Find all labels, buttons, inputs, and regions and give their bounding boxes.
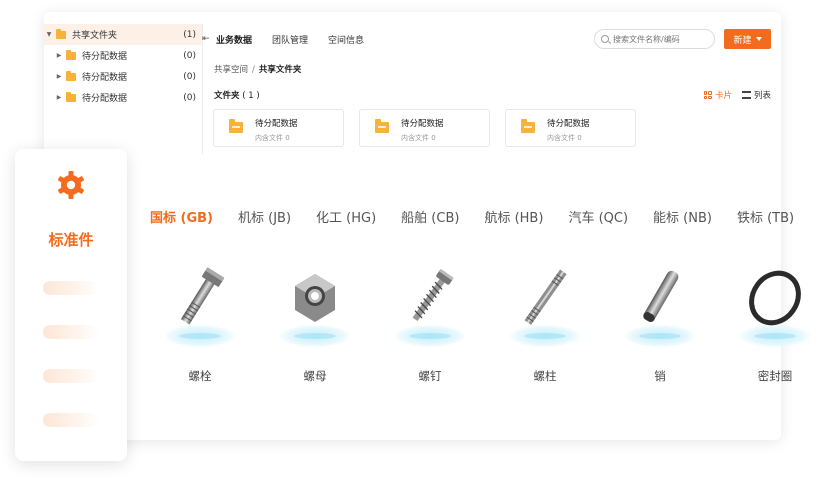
folder-icon [66, 91, 76, 102]
folder-card[interactable]: 待分配数据 内含文件 0 [213, 109, 344, 147]
tab-nb[interactable]: 能标 (NB) [653, 207, 712, 226]
part-item-bolt[interactable]: 螺栓 [148, 262, 263, 392]
tree-item-child[interactable]: ▶ 待分配数据 (0) [44, 66, 202, 87]
list-icon [741, 91, 751, 99]
folder-section-title: 文件夹 ( 1 ) [214, 89, 260, 101]
caret-right-icon[interactable]: ▶ [54, 52, 64, 59]
seal-ring-icon [749, 270, 801, 326]
folder-card-name: 待分配数据 [547, 119, 590, 129]
part-label: 销 [654, 369, 666, 383]
tab-gb[interactable]: 国标 (GB) [150, 207, 213, 226]
parts-list: 螺栓 螺母 螺钉 螺柱 销 密封圈 [148, 262, 828, 392]
panel-title: 标准件 [48, 231, 94, 249]
tree-item-label: 共享文件夹 [72, 31, 118, 41]
new-button[interactable]: 新建 [724, 29, 771, 49]
part-item-seal-ring[interactable]: 密封圈 [723, 262, 828, 392]
placeholder-bar [43, 281, 99, 295]
folder-card-sub: 内含文件 0 [547, 134, 582, 142]
collapse-sidebar-icon[interactable]: ⇤ [202, 34, 210, 44]
tree-item-shared-folder[interactable]: ▼ 共享文件夹 (1) [44, 24, 202, 45]
folder-card-name: 待分配数据 [401, 119, 444, 129]
folder-icon [375, 119, 389, 133]
folder-icon [56, 28, 66, 39]
caret-right-icon[interactable]: ▶ [54, 73, 64, 80]
folder-cards: 待分配数据 内含文件 0 待分配数据 内含文件 0 待分配数据 内含文件 0 [213, 109, 636, 147]
tab-cb[interactable]: 船舶 (CB) [401, 207, 459, 226]
tree-item-count: (0) [183, 50, 196, 61]
breadcrumb-separator: / [252, 65, 255, 75]
part-label: 密封圈 [757, 369, 793, 383]
card-view-button[interactable]: 卡片 [703, 89, 732, 101]
header-tabs: 业务数据 团队管理 空间信息 [216, 33, 364, 46]
caret-down-icon[interactable]: ▼ [44, 31, 54, 38]
search-input[interactable] [613, 34, 713, 44]
folder-title-label: 文件夹 [214, 91, 240, 101]
part-item-nut[interactable]: 螺母 [263, 262, 378, 392]
tree-item-label: 待分配数据 [82, 94, 128, 104]
new-button-label: 新建 [733, 35, 752, 46]
tab-space-info[interactable]: 空间信息 [328, 33, 364, 46]
part-item-stud[interactable]: 螺柱 [493, 262, 608, 392]
bolt-icon [180, 267, 225, 325]
folder-icon [66, 70, 76, 81]
tab-team-management[interactable]: 团队管理 [272, 33, 308, 46]
tree-item-child[interactable]: ▶ 待分配数据 (0) [44, 45, 202, 66]
tree-item-count: (1) [183, 29, 196, 40]
folder-title-count: ( 1 ) [242, 91, 260, 101]
caret-right-icon[interactable]: ▶ [54, 94, 64, 101]
chevron-down-icon [755, 37, 762, 41]
folder-card[interactable]: 待分配数据 内含文件 0 [505, 109, 636, 147]
folder-card-sub: 内含文件 0 [401, 134, 436, 142]
placeholder-bar [43, 369, 99, 383]
tab-hb[interactable]: 航标 (HB) [484, 207, 543, 226]
tab-business-data[interactable]: 业务数据 [216, 33, 252, 46]
gear-icon [57, 171, 85, 199]
breadcrumb-parent[interactable]: 共享空间 [214, 65, 248, 75]
tree-item-label: 待分配数据 [82, 52, 128, 62]
folder-icon [229, 119, 243, 133]
part-label: 螺栓 [188, 369, 212, 383]
placeholder-bar [43, 325, 99, 339]
tree-item-child[interactable]: ▶ 待分配数据 (0) [44, 87, 202, 108]
tree-item-label: 待分配数据 [82, 73, 128, 83]
standard-parts-panel: 标准件 [15, 149, 127, 461]
list-view-button[interactable]: 列表 [741, 89, 771, 101]
list-view-label: 列表 [753, 91, 771, 101]
view-toggle: 卡片 列表 [703, 89, 771, 101]
folder-icon [66, 49, 76, 60]
tab-qc[interactable]: 汽车 (QC) [568, 207, 628, 226]
placeholder-bar [43, 413, 99, 427]
tab-tb[interactable]: 铁标 (TB) [737, 207, 794, 226]
folder-card[interactable]: 待分配数据 内含文件 0 [359, 109, 490, 147]
pin-icon [643, 270, 679, 323]
folder-icon [521, 119, 535, 133]
standard-tabs: 国标 (GB) 机标 (JB) 化工 (HG) 船舶 (CB) 航标 (HB) … [150, 207, 794, 226]
part-item-screw[interactable]: 螺钉 [378, 262, 493, 392]
nut-icon [295, 274, 335, 322]
folder-card-name: 待分配数据 [255, 119, 298, 129]
breadcrumb: 共享空间 / 共享文件夹 [214, 63, 301, 75]
folder-card-sub: 内含文件 0 [255, 134, 290, 142]
part-label: 螺母 [303, 369, 327, 383]
tree-item-count: (0) [183, 71, 196, 82]
grid-icon [703, 91, 712, 99]
tree-item-count: (0) [183, 92, 196, 103]
screw-icon [412, 268, 454, 322]
tab-hg[interactable]: 化工 (HG) [316, 207, 376, 226]
breadcrumb-current: 共享文件夹 [258, 65, 302, 75]
search-icon [601, 35, 609, 43]
tab-jb[interactable]: 机标 (JB) [238, 207, 291, 226]
card-view-label: 卡片 [714, 91, 732, 101]
part-item-pin[interactable]: 销 [608, 262, 723, 392]
part-label: 螺钉 [418, 369, 442, 383]
part-label: 螺柱 [533, 369, 557, 383]
folder-tree: ▼ 共享文件夹 (1) ▶ 待分配数据 (0) ▶ 待分配数据 (0) ▶ 待分… [44, 24, 202, 108]
search-box[interactable] [594, 29, 715, 49]
stud-icon [524, 269, 567, 325]
